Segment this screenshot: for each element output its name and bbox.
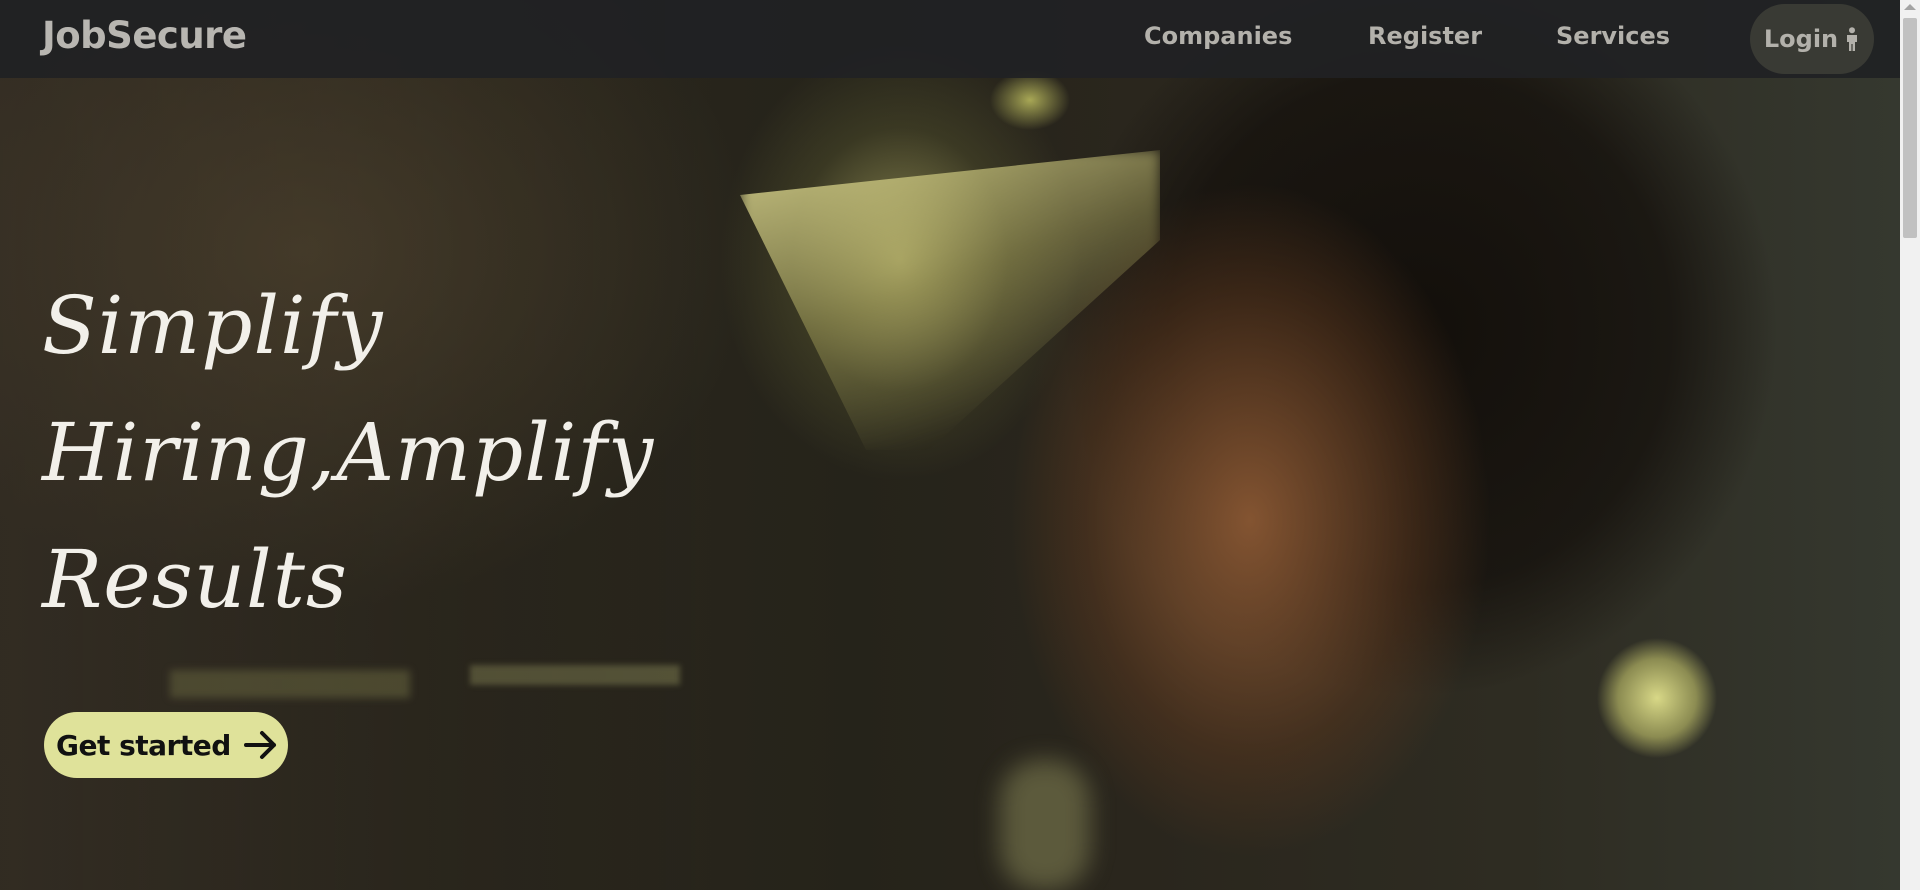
nav-link-services[interactable]: Services: [1556, 22, 1670, 50]
scrollbar-thumb[interactable]: [1903, 18, 1917, 238]
vertical-scrollbar[interactable]: [1900, 0, 1920, 890]
headline-line-3: Results: [42, 532, 348, 626]
nav-link-register[interactable]: Register: [1368, 22, 1482, 50]
brand-logo[interactable]: JobSecure: [42, 14, 247, 57]
person-icon: [1847, 27, 1858, 51]
nav-link-companies[interactable]: Companies: [1144, 22, 1292, 50]
headline-line-2: Hiring,Amplify: [42, 405, 655, 499]
get-started-label: Get started: [56, 728, 231, 762]
top-navbar: JobSecure Companies Register Services Lo…: [0, 0, 1900, 78]
hero-headline: Simplify Hiring,Amplify Results: [42, 262, 662, 643]
arrow-right-icon: [243, 731, 276, 759]
get-started-button[interactable]: Get started: [44, 712, 288, 778]
scroll-up-arrow-icon[interactable]: [1904, 4, 1916, 10]
headline-line-1: Simplify: [42, 278, 384, 372]
landing-page: JobSecure Companies Register Services Lo…: [0, 0, 1920, 890]
login-button[interactable]: Login: [1750, 4, 1874, 74]
login-label: Login: [1763, 25, 1839, 53]
